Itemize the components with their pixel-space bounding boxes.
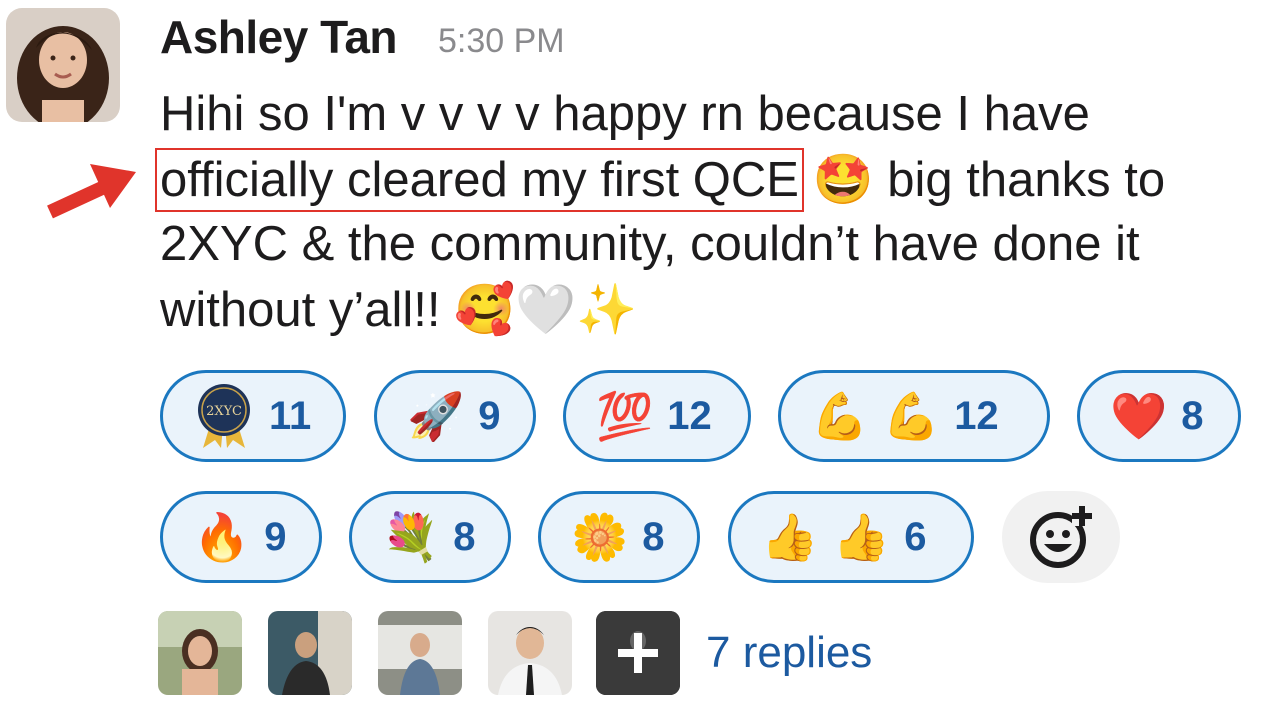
red-heart-icon: ❤️: [1110, 389, 1168, 443]
more-participants[interactable]: [596, 611, 680, 695]
reaction-count: 12: [954, 393, 999, 438]
message-line-3: 2XYC & the community, couldn’t have done…: [160, 217, 1140, 271]
author-avatar[interactable]: [6, 8, 120, 122]
reaction-count: 9: [264, 514, 287, 559]
reaction-count: 12: [667, 393, 712, 438]
reaction-count: 8: [642, 514, 665, 559]
message-line-1: Hihi so I'm v v v v happy rn because I h…: [160, 87, 1090, 141]
message-line-2-rest: big thanks to: [887, 153, 1166, 207]
highlighted-text: officially cleared my first QCE: [155, 148, 804, 212]
message-timestamp[interactable]: 5:30 PM: [438, 22, 565, 61]
thread-replies-link[interactable]: 7 replies: [706, 628, 872, 678]
thread-participant-avatar[interactable]: [268, 611, 352, 695]
reaction-count: 11: [269, 393, 312, 438]
reaction-count: 6: [904, 514, 927, 559]
reaction-hundred[interactable]: 💯 12: [563, 370, 751, 462]
thumbs-up-icon: 👍 👍: [761, 510, 891, 564]
flexed-biceps-icon: 💪 💪: [811, 389, 941, 443]
add-emoji-icon: [1030, 506, 1092, 568]
reaction-2xyc[interactable]: 2XYC 11: [160, 370, 346, 462]
reaction-fire[interactable]: 🔥 9: [160, 491, 322, 583]
reaction-bouquet[interactable]: 💐 8: [349, 491, 511, 583]
reaction-count: 9: [478, 393, 501, 438]
bouquet-icon: 💐: [382, 510, 440, 564]
hundred-points-icon: 💯: [596, 389, 654, 443]
message-line-2: officially cleared my first QCE 🤩 big th…: [155, 147, 1280, 212]
reaction-heart[interactable]: ❤️ 8: [1077, 370, 1241, 462]
message-line-4-emojis: 🥰🤍✨: [454, 281, 638, 338]
message-line-4-text: without y’all!!: [160, 283, 441, 337]
thread-participant-avatar[interactable]: [488, 611, 572, 695]
star-struck-emoji: 🤩: [812, 151, 874, 208]
fire-icon: 🔥: [193, 510, 251, 564]
add-reaction-button[interactable]: [1002, 491, 1120, 583]
annotation-arrow-icon: [47, 164, 136, 219]
message-body: Hihi so I'm v v v v happy rn because I h…: [155, 82, 1280, 342]
author-name[interactable]: Ashley Tan: [160, 10, 398, 64]
reaction-blossom[interactable]: 🌼 8: [538, 491, 700, 583]
reaction-count: 8: [1181, 393, 1204, 438]
reaction-flexed-biceps[interactable]: 💪 💪 12: [778, 370, 1050, 462]
reaction-thumbs-up[interactable]: 👍 👍 6: [728, 491, 974, 583]
message-line-4: without y’all!! 🥰🤍✨: [160, 277, 1280, 342]
rocket-icon: 🚀: [407, 389, 465, 443]
thread-participant-avatar[interactable]: [158, 611, 242, 695]
reaction-rocket[interactable]: 🚀 9: [374, 370, 536, 462]
thread-participant-avatar[interactable]: [378, 611, 462, 695]
2xyc-badge-icon: 2XYC: [193, 382, 255, 450]
reaction-count: 8: [453, 514, 476, 559]
svg-text:2XYC: 2XYC: [206, 404, 242, 419]
blossom-icon: 🌼: [571, 510, 629, 564]
